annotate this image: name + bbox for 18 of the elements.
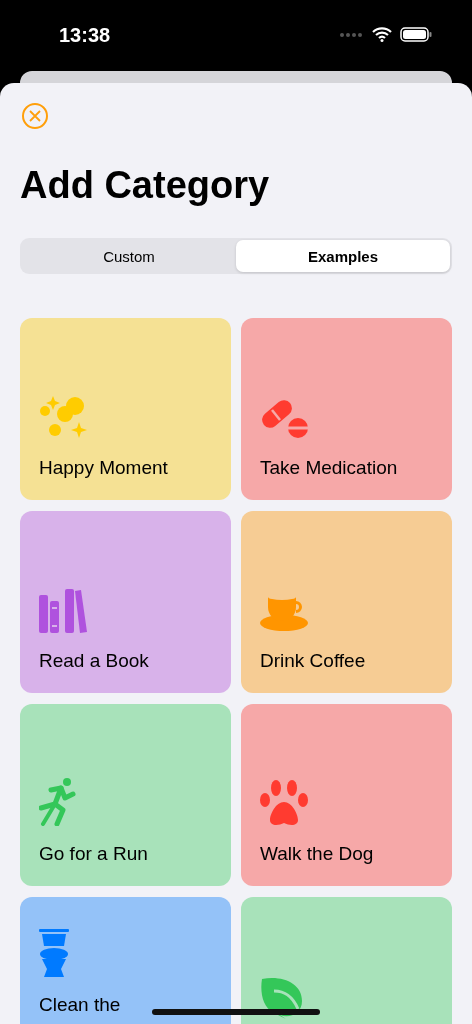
category-card[interactable]: Walk the Dog [241,704,452,886]
category-label: Happy Moment [39,456,168,480]
category-card[interactable]: Read a Book [20,511,231,693]
page-title: Add Category [20,164,271,206]
category-label: Clean the [39,993,121,1017]
category-label: Go for a Run [39,842,148,866]
category-card[interactable]: Drink Coffee [241,511,452,693]
segment-tab[interactable]: Custom [22,240,236,272]
segment-tab[interactable]: Examples [236,240,450,272]
category-card[interactable]: Happy Moment [20,318,231,500]
status-time: 13:38 [59,24,111,47]
category-card[interactable]: Clean the [20,897,231,1024]
category-card[interactable]: Go for a Run [20,704,231,886]
category-label: Read a Book [39,649,149,673]
category-label: Walk the Dog [260,842,374,866]
category-card[interactable]: Take Medication [241,318,452,500]
category-label: Drink Coffee [260,649,366,673]
category-label: Take Medication [260,456,398,480]
